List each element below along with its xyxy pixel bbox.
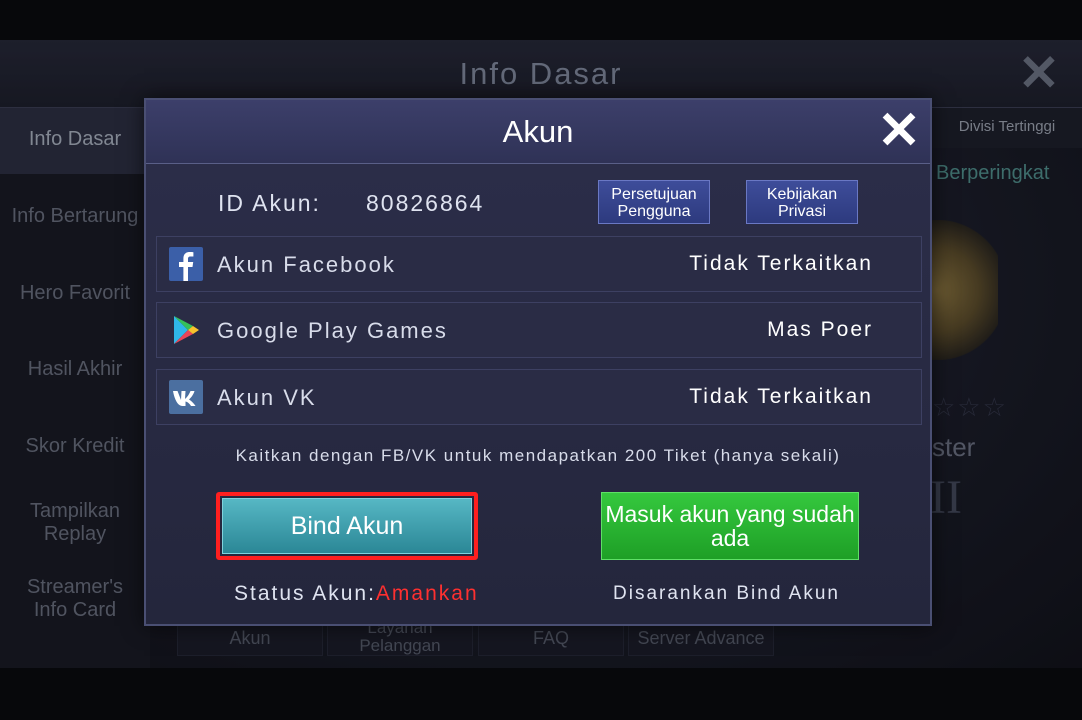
google-play-icon [174,316,199,344]
dialog-title: Akun [502,114,574,149]
account-status: Tidak Terkaitkan [689,252,873,275]
account-id-value: 80826864 [366,190,485,216]
bind-reward-text: Kaitkan dengan FB/VK untuk mendapatkan 2… [235,446,841,465]
bind-recommendation-text: Disarankan Bind Akun [613,583,840,604]
letterbox-top [0,0,1082,40]
account-row-vk[interactable]: Akun VK Tidak Terkaitkan [156,369,922,425]
account-name: Google Play Games [217,318,448,343]
account-status: Tidak Terkaitkan [689,385,873,408]
account-row-facebook[interactable]: Akun Facebook Tidak Terkaitkan [156,236,922,292]
vk-icon [169,380,203,414]
letterbox-bottom [0,668,1082,720]
bind-account-button[interactable]: Bind Akun [222,498,472,554]
account-dialog: Akun ✕ ID Akun: 80826864 Persetujuan Pen… [144,98,932,626]
account-status-label-text: Status Akun: [234,582,376,605]
account-id-label: ID Akun: [218,190,321,216]
close-icon[interactable]: ✕ [876,105,922,157]
account-name: Akun Facebook [217,252,396,277]
account-status-label: Status Akun:Amankan [234,582,479,606]
account-status-value: Amankan [375,582,479,605]
account-row-google-play[interactable]: Google Play Games Mas Poer [156,302,922,358]
privacy-policy-button[interactable]: Kebijakan Privasi [746,180,858,224]
login-existing-account-button[interactable]: Masuk akun yang sudah ada [601,492,859,560]
account-name: Akun VK [217,385,317,410]
user-agreement-button[interactable]: Persetujuan Pengguna [598,180,710,224]
facebook-icon [169,247,203,281]
account-status: Mas Poer [767,318,873,341]
